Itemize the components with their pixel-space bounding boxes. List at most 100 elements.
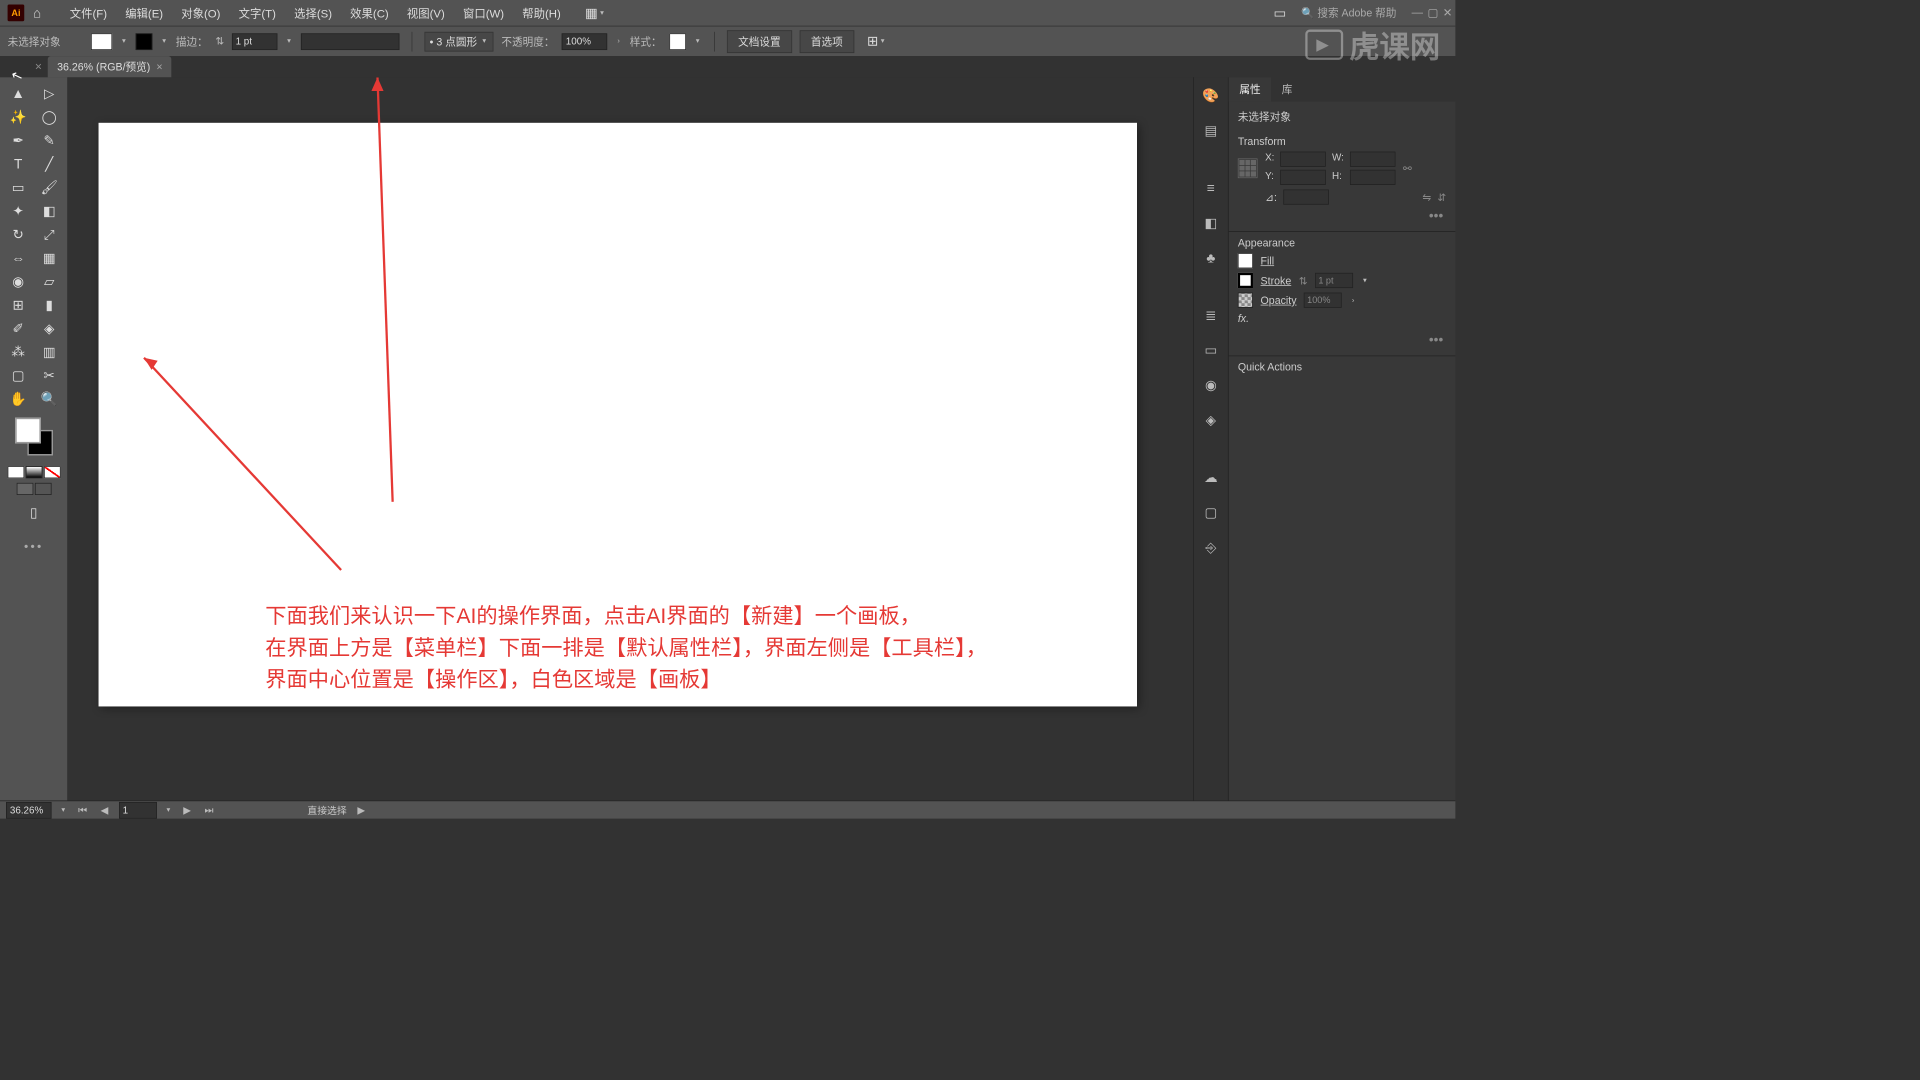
canvas-area[interactable]: 下面我们来认识一下AI的操作界面，点击AI界面的【新建】一个画板， 在界面上方是… <box>68 77 1193 800</box>
next-artboard-icon[interactable]: ▶ <box>180 804 194 816</box>
perspective-tool[interactable]: ▱ <box>34 270 64 293</box>
arrange-docs-icon[interactable]: ▦ ▾ <box>580 2 610 25</box>
mesh-tool[interactable]: ⊞ <box>3 293 33 316</box>
gradient-panel-icon[interactable]: ◧ <box>1200 212 1221 233</box>
close-icon[interactable]: ✕ <box>1443 6 1453 20</box>
shaper-tool[interactable]: ✦ <box>3 199 33 222</box>
transform-menu-icon[interactable]: ••• <box>1426 205 1446 227</box>
zoom-input[interactable] <box>6 802 51 819</box>
status-menu-icon[interactable]: ▶ <box>354 804 368 816</box>
free-transform-tool[interactable]: ▦ <box>34 246 64 269</box>
align-icon[interactable]: ⊞ ▾ <box>862 30 892 53</box>
fill-swatch[interactable] <box>91 33 112 50</box>
appearance-menu-icon[interactable]: ••• <box>1426 329 1446 351</box>
brush-dropdown[interactable]: ▾ <box>480 37 488 45</box>
symbols-panel-icon[interactable]: ♣ <box>1200 247 1221 268</box>
last-artboard-icon[interactable]: ⏭ <box>201 804 216 816</box>
libraries-panel-icon[interactable]: ☁ <box>1200 467 1221 488</box>
stroke-panel-icon[interactable]: ≡ <box>1200 177 1221 198</box>
artboard-dropdown[interactable]: ▾ <box>164 806 172 814</box>
slice-tool[interactable]: ✂ <box>34 364 64 387</box>
menu-help[interactable]: 帮助(H) <box>513 0 570 26</box>
line-tool[interactable]: ╱ <box>34 152 64 175</box>
symbol-sprayer-tool[interactable]: ⁂ <box>3 340 33 363</box>
edit-toolbar-icon[interactable]: ••• <box>0 540 67 554</box>
zoom-dropdown[interactable]: ▾ <box>59 806 67 814</box>
var-width-profile[interactable] <box>301 33 400 50</box>
menu-select[interactable]: 选择(S) <box>285 0 341 26</box>
menu-effect[interactable]: 效果(C) <box>341 0 398 26</box>
scale-tool[interactable]: ⤢ <box>34 223 64 246</box>
rotate-tool[interactable]: ↻ <box>3 223 33 246</box>
stroke-dropdown[interactable]: ▾ <box>160 37 168 45</box>
style-swatch[interactable] <box>669 33 686 50</box>
flip-h-icon[interactable]: ⇋ <box>1422 191 1431 204</box>
stroke-pt-panel[interactable] <box>1315 273 1353 288</box>
eraser-tool[interactable]: ◧ <box>34 199 64 222</box>
brush-tool[interactable]: 🖌 <box>34 176 64 199</box>
rectangle-tool[interactable]: ▭ <box>3 176 33 199</box>
fill-dropdown[interactable]: ▾ <box>120 37 128 45</box>
lasso-tool[interactable]: ◯ <box>34 105 64 128</box>
magic-wand-tool[interactable]: ✨ <box>3 105 33 128</box>
stroke-swatch-panel[interactable] <box>1238 273 1253 288</box>
opacity-swatch[interactable] <box>1238 293 1253 308</box>
color-mode-gradient[interactable] <box>25 466 42 478</box>
stroke-stepper[interactable]: ⇅ <box>1299 274 1308 287</box>
w-input[interactable] <box>1350 152 1395 167</box>
color-mode-none[interactable] <box>44 466 61 478</box>
reference-point[interactable] <box>1238 158 1258 178</box>
stroke-stepper-icon[interactable]: ⇅ <box>215 35 224 48</box>
color-panel-icon[interactable]: 🎨 <box>1200 85 1221 106</box>
export-panel-icon[interactable]: ⎆ <box>1200 537 1221 558</box>
color-mode-solid[interactable] <box>7 466 24 478</box>
tab-properties[interactable]: 属性 <box>1229 77 1271 101</box>
fill-swatch-panel[interactable] <box>1238 253 1253 268</box>
stroke-swatch[interactable] <box>136 33 153 50</box>
eyedropper-tool[interactable]: ✐ <box>3 317 33 340</box>
stroke-weight-dropdown[interactable]: ▾ <box>285 37 293 45</box>
artboard[interactable]: 下面我们来认识一下AI的操作界面，点击AI界面的【新建】一个画板， 在界面上方是… <box>99 123 1137 707</box>
prefs-button[interactable]: 首选项 <box>800 30 855 53</box>
draw-mode-icon[interactable]: ▯ <box>19 501 49 524</box>
document-tab[interactable]: 36.26% (RGB/预览) × <box>48 56 172 77</box>
artboard-nav-input[interactable] <box>119 802 157 819</box>
opacity-dropdown[interactable]: › <box>615 37 622 45</box>
h-input[interactable] <box>1350 170 1395 185</box>
graph-tool[interactable]: ▥ <box>34 340 64 363</box>
width-tool[interactable]: ⇔ <box>3 246 33 269</box>
link-wh-icon[interactable]: ⚯ <box>1403 162 1412 175</box>
home-icon[interactable]: ⌂ <box>29 5 46 22</box>
stroke-pt-dropdown[interactable]: ▾ <box>1361 276 1369 284</box>
fill-label[interactable]: Fill <box>1261 255 1275 267</box>
opacity-input[interactable] <box>562 33 607 50</box>
menu-window[interactable]: 窗口(W) <box>454 0 513 26</box>
menu-view[interactable]: 视图(V) <box>398 0 454 26</box>
direct-select-tool[interactable]: ▷ <box>34 82 64 105</box>
first-artboard-icon[interactable]: ⏮ <box>75 804 90 816</box>
fx-label[interactable]: fx. <box>1238 312 1249 324</box>
stroke-label-panel[interactable]: Stroke <box>1261 274 1292 286</box>
tab-close-icon[interactable]: × <box>156 61 162 73</box>
menu-object[interactable]: 对象(O) <box>172 0 229 26</box>
stroke-weight-input[interactable] <box>232 33 277 50</box>
flip-v-icon[interactable]: ⇵ <box>1437 191 1446 204</box>
menu-edit[interactable]: 编辑(E) <box>116 0 172 26</box>
brush-name[interactable]: 3 点圆形 <box>436 34 477 49</box>
opacity-label-panel[interactable]: Opacity <box>1261 294 1297 306</box>
style-dropdown[interactable]: ▾ <box>693 37 701 45</box>
y-input[interactable] <box>1280 170 1325 185</box>
screen-mode-icon[interactable] <box>16 483 33 495</box>
angle-input[interactable] <box>1283 190 1328 205</box>
gradient-tool[interactable]: ▮ <box>34 293 64 316</box>
minimize-icon[interactable]: — <box>1412 6 1423 20</box>
type-tool[interactable]: T <box>3 152 33 175</box>
appearance-panel-icon[interactable]: ◉ <box>1200 374 1221 395</box>
x-input[interactable] <box>1280 152 1325 167</box>
color-picker[interactable] <box>15 418 53 456</box>
artboard-tool[interactable]: ▢ <box>3 364 33 387</box>
graphic-styles-icon[interactable]: ◈ <box>1200 409 1221 430</box>
opacity-input-panel[interactable] <box>1304 293 1342 308</box>
menu-type[interactable]: 文字(T) <box>230 0 285 26</box>
gpu-perf-icon[interactable]: ▭ <box>1265 2 1295 25</box>
